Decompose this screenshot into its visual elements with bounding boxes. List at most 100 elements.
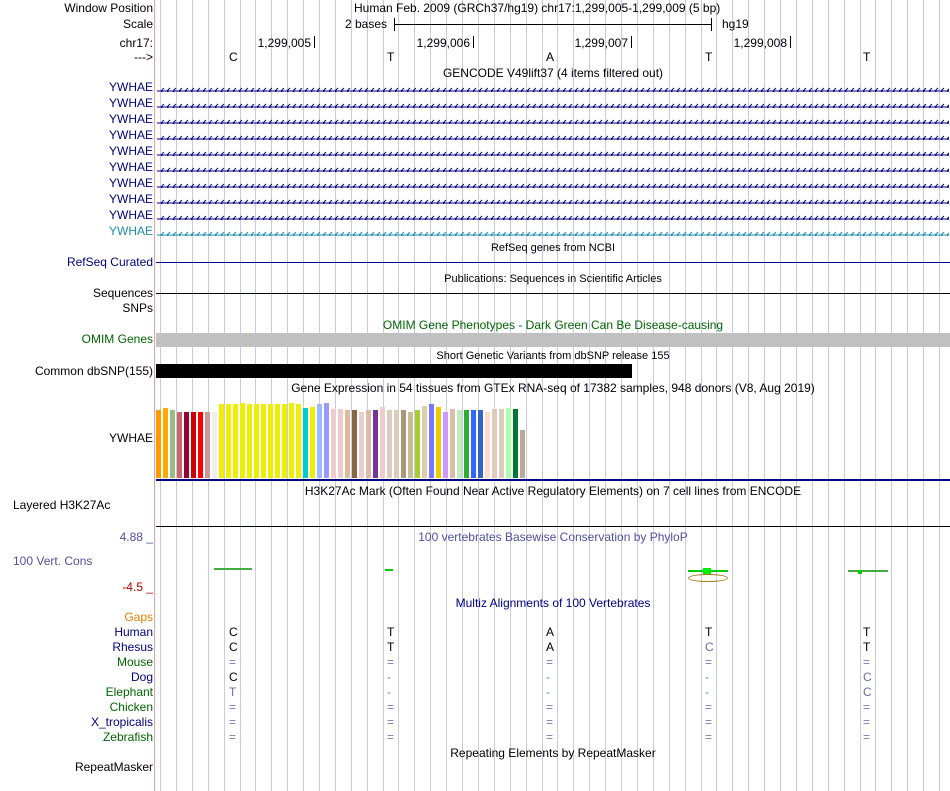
gencode-transcript[interactable] xyxy=(157,84,949,92)
gtex-tissue-bar[interactable] xyxy=(499,409,504,478)
gtex-tissue-bar[interactable] xyxy=(233,404,238,478)
gtex-tissue-bar[interactable] xyxy=(261,404,266,478)
gtex-tissue-bar[interactable] xyxy=(177,412,182,478)
gtex-tissue-bar[interactable] xyxy=(373,410,378,478)
omim-feature[interactable] xyxy=(156,333,950,347)
h3k27ac-label[interactable]: Layered H3K27Ac xyxy=(13,498,110,513)
gtex-tissue-bar[interactable] xyxy=(450,409,455,478)
multiz-species-label[interactable]: Chicken xyxy=(110,700,153,715)
gencode-gene-label[interactable]: YWHAE xyxy=(109,176,153,191)
gtex-tissue-bar[interactable] xyxy=(247,404,252,478)
gtex-tissue-bar[interactable] xyxy=(506,408,511,478)
gtex-tissue-bar[interactable] xyxy=(352,410,357,478)
pubs-sequences-label[interactable]: Sequences xyxy=(93,286,153,301)
dbsnp-label[interactable]: Common dbSNP(155) xyxy=(35,364,153,379)
pubs-snps-label[interactable]: SNPs xyxy=(122,301,153,316)
gtex-tissue-bar[interactable] xyxy=(394,410,399,478)
gencode-transcript[interactable] xyxy=(157,212,949,220)
gencode-gene-label[interactable]: YWHAE xyxy=(109,192,153,207)
omim-title[interactable]: OMIM Gene Phenotypes - Dark Green Can Be… xyxy=(156,318,950,333)
gtex-tissue-bar[interactable] xyxy=(401,410,406,478)
omim-label[interactable]: OMIM Genes xyxy=(82,332,153,347)
gtex-tissue-bar[interactable] xyxy=(240,403,245,478)
gtex-tissue-bar[interactable] xyxy=(296,404,301,478)
gencode-transcript[interactable] xyxy=(157,164,949,172)
gtex-tissue-bar[interactable] xyxy=(436,407,441,478)
multiz-species-label[interactable]: X_tropicalis xyxy=(91,715,153,730)
multiz-title[interactable]: Multiz Alignments of 100 Vertebrates xyxy=(156,596,950,611)
gtex-title[interactable]: Gene Expression in 54 tissues from GTEx … xyxy=(156,381,950,396)
gencode-gene-label[interactable]: YWHAE xyxy=(109,208,153,223)
gtex-tissue-bar[interactable] xyxy=(520,430,525,478)
gtex-tissue-bar[interactable] xyxy=(163,408,168,478)
gtex-tissue-bar[interactable] xyxy=(254,404,259,478)
gencode-transcript[interactable] xyxy=(157,196,949,204)
gencode-gene-label[interactable]: YWHAE xyxy=(109,80,153,95)
dbsnp-feature[interactable] xyxy=(156,364,632,378)
gtex-tissue-bar[interactable] xyxy=(324,403,329,478)
gtex-tissue-bar[interactable] xyxy=(282,404,287,478)
gtex-tissue-bar[interactable] xyxy=(366,410,371,478)
gtex-tissue-bar[interactable] xyxy=(184,412,189,478)
gencode-title[interactable]: GENCODE V49lift37 (4 items filtered out) xyxy=(156,66,950,81)
gtex-tissue-bar[interactable] xyxy=(156,410,161,478)
gtex-tissue-bar[interactable] xyxy=(513,409,518,478)
gtex-tissue-bar[interactable] xyxy=(275,404,280,478)
gtex-tissue-bar[interactable] xyxy=(359,412,364,478)
gtex-tissue-bar[interactable] xyxy=(408,412,413,478)
gencode-transcript[interactable] xyxy=(157,148,949,156)
gtex-tissue-bar[interactable] xyxy=(429,404,434,478)
gtex-tissue-bar[interactable] xyxy=(422,406,427,478)
gtex-tissue-bar[interactable] xyxy=(331,409,336,478)
multiz-species-label[interactable]: Mouse xyxy=(117,655,153,670)
gtex-gene-label[interactable]: YWHAE xyxy=(109,431,153,446)
h3k27ac-title[interactable]: H3K27Ac Mark (Often Found Near Active Re… xyxy=(156,484,950,499)
gtex-tissue-bar[interactable] xyxy=(464,410,469,478)
cons-title[interactable]: 100 vertebrates Basewise Conservation by… xyxy=(156,530,950,545)
gtex-tissue-bar[interactable] xyxy=(289,403,294,478)
repeatmasker-label[interactable]: RepeatMasker xyxy=(75,760,153,775)
gtex-tissue-bar[interactable] xyxy=(415,410,420,478)
gencode-gene-label[interactable]: YWHAE xyxy=(109,128,153,143)
gtex-tissue-bar[interactable] xyxy=(191,412,196,478)
gtex-tissue-bar[interactable] xyxy=(268,404,273,478)
refseq-title[interactable]: RefSeq genes from NCBI xyxy=(156,241,950,256)
gtex-tissue-bar[interactable] xyxy=(380,407,385,478)
gtex-tissue-bar[interactable] xyxy=(338,409,343,478)
pubs-title[interactable]: Publications: Sequences in Scientific Ar… xyxy=(156,272,950,287)
gtex-tissue-bar[interactable] xyxy=(170,410,175,478)
gtex-tissue-bar[interactable] xyxy=(226,404,231,478)
gencode-gene-label[interactable]: YWHAE xyxy=(109,96,153,111)
gtex-tissue-bar[interactable] xyxy=(478,410,483,478)
multiz-species-label[interactable]: Rhesus xyxy=(112,640,153,655)
multiz-species-label[interactable]: Human xyxy=(114,625,153,640)
cons-label[interactable]: 100 Vert. Cons xyxy=(13,554,92,569)
refseq-label[interactable]: RefSeq Curated xyxy=(67,255,153,270)
gtex-tissue-bar[interactable] xyxy=(387,410,392,478)
gencode-transcript[interactable] xyxy=(157,132,949,140)
gtex-tissue-bar[interactable] xyxy=(345,410,350,478)
gtex-tissue-bar[interactable] xyxy=(317,404,322,478)
gtex-tissue-bar[interactable] xyxy=(205,412,210,478)
gtex-tissue-bar[interactable] xyxy=(443,412,448,478)
gencode-gene-label[interactable]: YWHAE xyxy=(109,160,153,175)
gtex-tissue-bar[interactable] xyxy=(303,408,308,478)
gtex-tissue-bar[interactable] xyxy=(212,412,217,478)
gencode-transcript[interactable] xyxy=(157,116,949,124)
gencode-gene-label[interactable]: YWHAE xyxy=(109,144,153,159)
gtex-tissue-bar[interactable] xyxy=(457,410,462,478)
dbsnp-title[interactable]: Short Genetic Variants from dbSNP releas… xyxy=(156,349,950,364)
gtex-tissue-bar[interactable] xyxy=(492,409,497,478)
gtex-tissue-bar[interactable] xyxy=(310,407,315,478)
repeatmasker-title[interactable]: Repeating Elements by RepeatMasker xyxy=(156,746,950,761)
gtex-tissue-bar[interactable] xyxy=(198,412,203,478)
gtex-tissue-bar[interactable] xyxy=(471,410,476,478)
gencode-transcript[interactable] xyxy=(157,180,949,188)
gtex-tissue-bar[interactable] xyxy=(219,404,224,478)
multiz-species-label[interactable]: Dog xyxy=(131,670,153,685)
multiz-species-label[interactable]: Elephant xyxy=(106,685,153,700)
multiz-species-label[interactable]: Zebrafish xyxy=(103,730,153,745)
gencode-gene-label[interactable]: YWHAE xyxy=(109,224,153,239)
gaps-label[interactable]: Gaps xyxy=(124,610,153,625)
gtex-tissue-bar[interactable] xyxy=(485,412,490,478)
